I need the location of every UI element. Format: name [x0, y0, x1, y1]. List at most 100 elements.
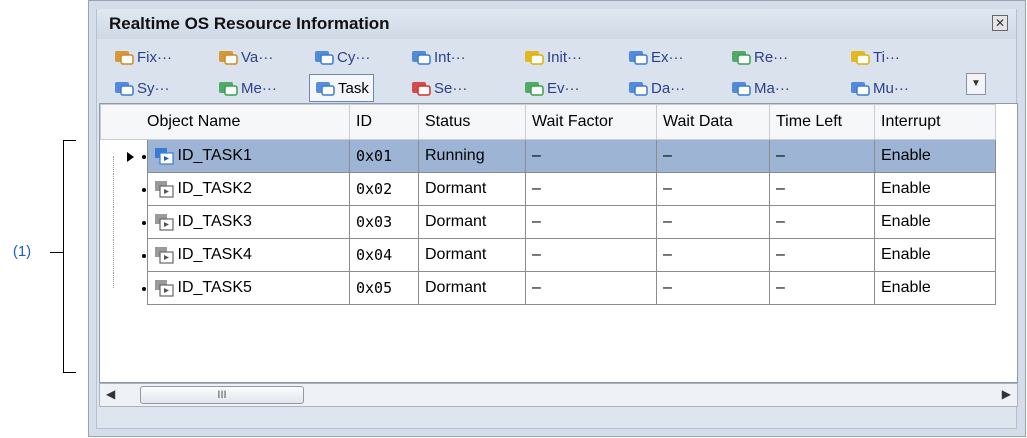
toolbar-button-ready-queue[interactable]: Re···: [730, 43, 788, 71]
task-icon: [154, 279, 174, 297]
tree-line: [112, 238, 115, 271]
object-name: ID_TASK1: [177, 147, 252, 164]
cell-status: Dormant: [418, 172, 526, 206]
toolbar-button-data-queue[interactable]: Da···: [627, 74, 685, 102]
toolbar-button-memory[interactable]: Me···: [217, 74, 277, 102]
bullet-icon: [141, 220, 146, 225]
toolbar-button-label: Se···: [434, 79, 468, 97]
horizontal-scrollbar[interactable]: ◀ III ▶: [99, 383, 1018, 407]
toolbar-button-mailbox[interactable]: Ma···: [730, 74, 790, 102]
table-row[interactable]: ID_TASK5 0x05 Dormant – – – Enable: [100, 271, 996, 305]
mutex-icon: [849, 79, 871, 97]
toolbar-button-label: Ma···: [754, 79, 790, 97]
cell-object-name[interactable]: ID_TASK2: [146, 172, 350, 206]
toolbar-button-variable-memory-pool[interactable]: Va···: [217, 43, 273, 71]
cell-wait-factor: –: [525, 271, 657, 305]
exception-handler-icon: [627, 48, 649, 66]
cell-status: Dormant: [418, 271, 526, 305]
task-icon: [154, 147, 174, 165]
column-header-id[interactable]: ID: [349, 104, 419, 140]
toolbar-button-cyclic-handler[interactable]: Cy···: [313, 43, 370, 71]
column-header-status[interactable]: Status: [418, 104, 526, 140]
data-queue-icon: [627, 79, 649, 97]
object-name: ID_TASK3: [177, 213, 252, 230]
cell-wait-factor: –: [525, 139, 657, 173]
bullet-icon: [141, 187, 146, 192]
toolbar-button-label: Re···: [754, 48, 789, 66]
close-button[interactable]: ✕: [992, 15, 1008, 31]
toolbar-button-label: Me···: [241, 79, 277, 97]
cell-time-left: –: [769, 238, 875, 272]
cell-interrupt: Enable: [874, 139, 996, 173]
column-header-interrupt[interactable]: Interrupt: [874, 104, 996, 140]
table-row[interactable]: ID_TASK4 0x04 Dormant – – – Enable: [100, 238, 996, 272]
toolbar-button-label: Int···: [434, 48, 466, 66]
memory-icon: [217, 79, 239, 97]
initialize-routine-icon: [523, 48, 545, 66]
toolbar-button-eventflag[interactable]: Ev···: [523, 74, 580, 102]
toolbar-button-label: Init···: [547, 48, 582, 66]
toolbar-button-exception-handler[interactable]: Ex···: [627, 43, 684, 71]
semaphore-icon: [410, 79, 432, 97]
row-gutter: [100, 205, 147, 239]
cell-id: 0x04: [349, 238, 419, 272]
toolbar-button-label: Da···: [651, 79, 686, 97]
toolbar-button-label: Task: [338, 79, 369, 97]
timer-queue-icon: [849, 48, 871, 66]
object-name: ID_TASK4: [177, 246, 252, 263]
cell-object-name[interactable]: ID_TASK3: [146, 205, 350, 239]
mailbox-icon: [730, 79, 752, 97]
toolbar-button-label: Mu···: [873, 79, 909, 97]
cell-wait-data: –: [656, 139, 770, 173]
cell-wait-data: –: [656, 238, 770, 272]
toolbar-button-system-state[interactable]: Sy···: [113, 74, 170, 102]
row-gutter: [100, 172, 147, 206]
current-row-arrow-icon: [126, 152, 134, 162]
toolbar-overflow-button[interactable]: ▼: [966, 73, 986, 95]
toolbar-button-interrupt-handler[interactable]: Int···: [410, 43, 466, 71]
scroll-thumb[interactable]: III: [140, 386, 304, 404]
callout-bracket: [63, 140, 76, 373]
task-table-area: Object Name ID Status Wait Factor Wait D…: [99, 103, 1018, 383]
column-header-wait-factor[interactable]: Wait Factor: [525, 104, 657, 140]
column-header-object-name[interactable]: Object Name: [147, 104, 350, 140]
toolbar-button-fixed-memory-pool[interactable]: Fix···: [113, 43, 172, 71]
cell-time-left: –: [769, 271, 875, 305]
cell-status: Running: [418, 139, 526, 173]
tree-line: [112, 172, 115, 205]
toolbar-button-label: Ti···: [873, 48, 900, 66]
column-header-wait-data[interactable]: Wait Data: [656, 104, 770, 140]
cell-object-name[interactable]: ID_TASK5: [146, 271, 350, 305]
scroll-left-arrow-icon[interactable]: ◀: [106, 387, 115, 401]
interrupt-handler-icon: [410, 48, 432, 66]
cell-status: Dormant: [418, 238, 526, 272]
toolbar-button-label: Cy···: [337, 48, 371, 66]
object-name: ID_TASK5: [177, 279, 252, 296]
scroll-right-arrow-icon[interactable]: ▶: [1002, 387, 1011, 401]
toolbar-button-mutex[interactable]: Mu···: [849, 74, 909, 102]
toolbar-button-task[interactable]: Task: [309, 74, 374, 102]
bullet-icon: [141, 286, 146, 291]
eventflag-icon: [523, 79, 545, 97]
cell-object-name[interactable]: ID_TASK1: [146, 139, 350, 173]
cell-id: 0x01: [349, 139, 419, 173]
cell-id: 0x05: [349, 271, 419, 305]
table-row[interactable]: ID_TASK2 0x02 Dormant – – – Enable: [100, 172, 996, 206]
toolbar-button-timer-queue[interactable]: Ti···: [849, 43, 900, 71]
table-row[interactable]: ID_TASK1 0x01 Running – – – Enable: [100, 139, 996, 188]
toolbar-button-label: Fix···: [137, 48, 172, 66]
task-icon: [154, 213, 174, 231]
toolbar-button-semaphore[interactable]: Se···: [410, 74, 467, 102]
table-row[interactable]: ID_TASK3 0x03 Dormant – – – Enable: [100, 205, 996, 239]
cell-interrupt: Enable: [874, 238, 996, 272]
object-name: ID_TASK2: [177, 180, 252, 197]
titlebar: Realtime OS Resource Information ✕: [97, 9, 1016, 39]
cell-object-name[interactable]: ID_TASK4: [146, 238, 350, 272]
cell-wait-factor: –: [525, 238, 657, 272]
tree-line: [112, 205, 115, 238]
gutter-header: [100, 104, 147, 140]
column-header-time-left[interactable]: Time Left: [769, 104, 875, 140]
toolbar-button-initialize-routine[interactable]: Init···: [523, 43, 582, 71]
tree-line: [112, 271, 115, 288]
table-header-row: Object Name ID Status Wait Factor Wait D…: [100, 104, 996, 140]
